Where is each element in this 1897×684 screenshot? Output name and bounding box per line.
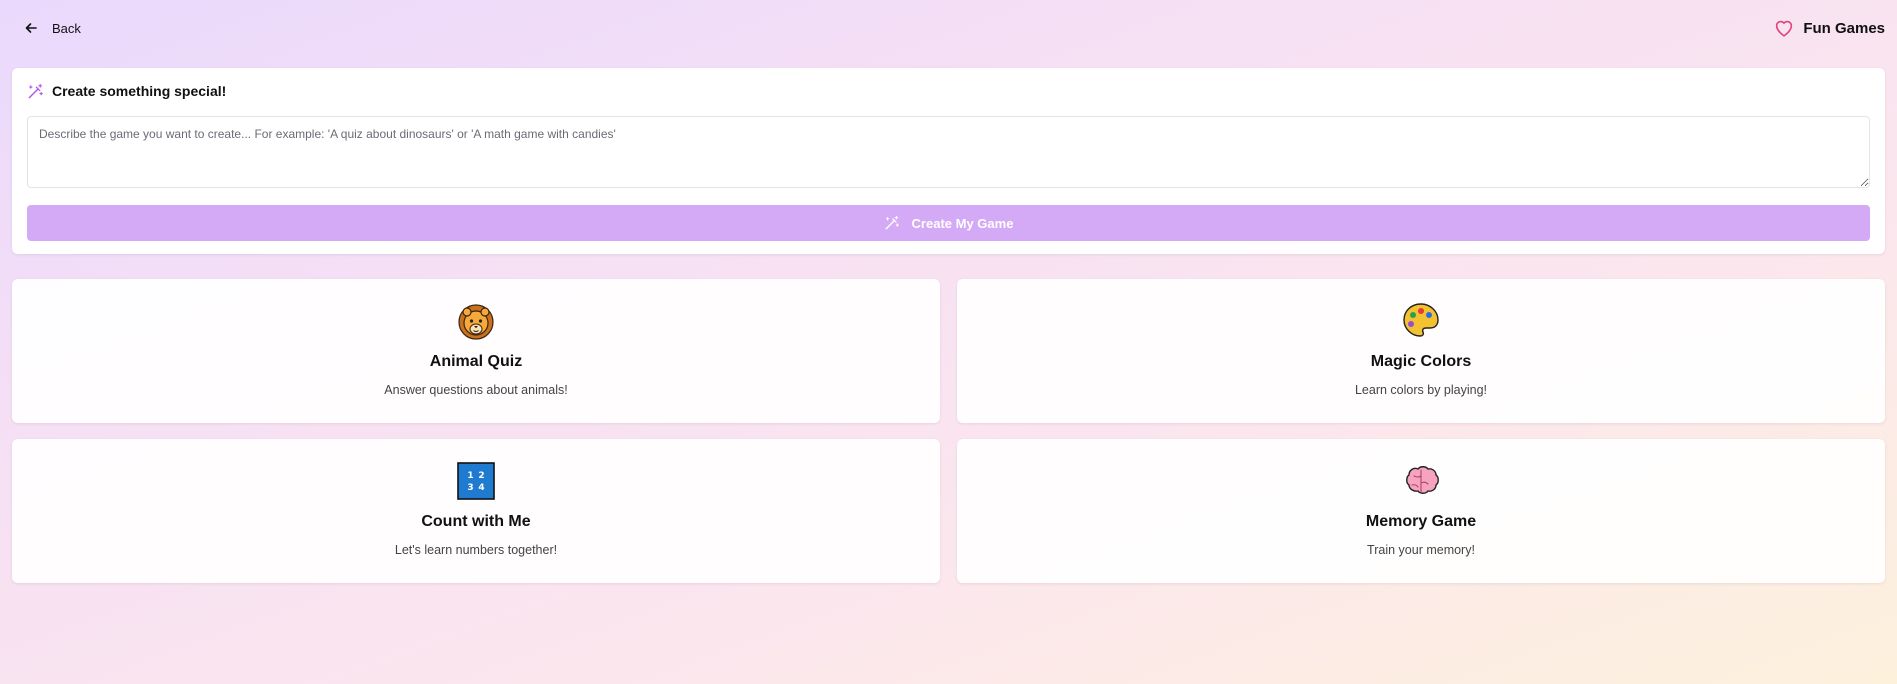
- create-panel-header: Create something special!: [27, 82, 1870, 100]
- arrow-left-icon: [25, 23, 37, 33]
- artist-palette-icon: [1403, 303, 1439, 337]
- game-description: Learn colors by playing!: [1354, 383, 1488, 397]
- top-bar: Back Fun Games: [0, 0, 1897, 56]
- create-my-game-button[interactable]: Create My Game: [27, 205, 1870, 241]
- game-title: Memory Game: [1365, 513, 1477, 530]
- create-button-label: Create My Game: [911, 215, 1014, 231]
- numbers-icon-digit: 2: [478, 471, 484, 481]
- game-description-input[interactable]: [27, 116, 1870, 188]
- game-card-memory-game[interactable]: Memory Game Train your memory!: [957, 439, 1885, 583]
- brand-title: Fun Games: [1803, 19, 1885, 37]
- game-description: Answer questions about animals!: [384, 383, 568, 397]
- numbers-icon-digit: 4: [478, 483, 484, 493]
- game-card-count-with-me[interactable]: 1 2 3 4 Count with Me Let's learn number…: [12, 439, 940, 583]
- magic-wand-icon: [885, 215, 899, 230]
- numbers-icon-digit: 1: [467, 471, 473, 481]
- lion-face-icon: [458, 304, 494, 340]
- brand: Fun Games: [1773, 17, 1885, 39]
- game-description: Let's learn numbers together!: [394, 543, 558, 557]
- heart-icon: [1776, 20, 1793, 37]
- back-button[interactable]: Back: [24, 21, 81, 36]
- game-title: Animal Quiz: [429, 353, 523, 370]
- game-card-magic-colors[interactable]: Magic Colors Learn colors by playing!: [957, 279, 1885, 423]
- input-numbers-icon: 1 2 3 4: [457, 462, 495, 500]
- create-panel-title: Create something special!: [52, 83, 227, 99]
- numbers-icon-digit: 3: [467, 483, 473, 493]
- create-game-panel: Create something special! Create My Game: [12, 68, 1885, 254]
- game-description: Train your memory!: [1367, 543, 1475, 557]
- magic-wand-icon: [28, 83, 43, 98]
- game-title: Count with Me: [421, 513, 531, 530]
- brain-icon: [1406, 466, 1439, 494]
- back-label: Back: [52, 20, 81, 36]
- game-title: Magic Colors: [1370, 353, 1472, 370]
- game-card-animal-quiz[interactable]: Animal Quiz Answer questions about anima…: [12, 279, 940, 423]
